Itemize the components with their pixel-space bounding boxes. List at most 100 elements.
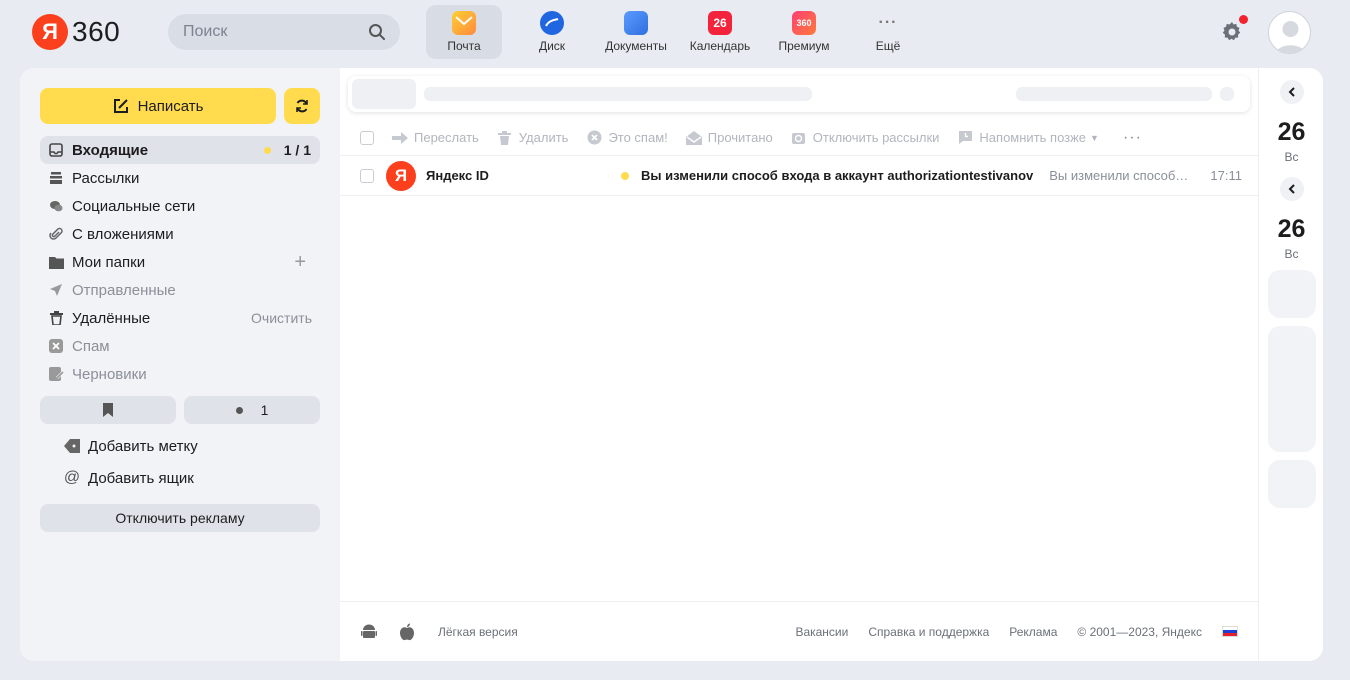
collapse-button[interactable] (1280, 177, 1304, 201)
folder-inbox[interactable]: Входящие 1 / 1 (40, 136, 320, 164)
yandex-logo-letter: Я (32, 14, 68, 50)
unread-chip-count: 1 (260, 402, 269, 418)
calendar-weekday: Вс (1284, 247, 1299, 261)
bookmark-chip[interactable] (40, 396, 176, 424)
collapse-button[interactable] (1280, 80, 1304, 104)
skeleton-block (352, 79, 416, 109)
mail-icon (452, 11, 476, 35)
more-actions-button[interactable]: ··· (1123, 129, 1142, 147)
folder-drafts-label: Черновики (72, 365, 147, 383)
unsubscribe-icon (791, 130, 807, 146)
service-disk-label: Диск (538, 39, 566, 53)
folder-social[interactable]: Социальные сети (40, 192, 320, 220)
folder-my-folders-label: Мои папки (72, 253, 146, 271)
folder-trash[interactable]: Удалённые Очистить (40, 304, 320, 332)
service-more[interactable]: ··· Ещё (846, 5, 930, 59)
message-checkbox[interactable] (360, 168, 374, 183)
service-docs-label: Документы (605, 39, 667, 53)
folder-my-folders[interactable]: Мои папки + (40, 248, 320, 276)
apple-icon[interactable] (398, 623, 416, 641)
delete-button[interactable]: Удалить (497, 130, 568, 146)
copyright: © 2001—2023, Яндекс (1077, 624, 1202, 639)
folder-newsletters-label: Рассылки (72, 169, 140, 187)
spam-label: Это спам! (608, 130, 668, 145)
search-input[interactable] (183, 23, 363, 41)
disable-ads-button[interactable]: Отключить рекламу (40, 504, 320, 532)
russian-flag-icon[interactable] (1222, 626, 1238, 637)
light-version-link[interactable]: Лёгкая версия (438, 625, 518, 639)
compose-button[interactable]: Написать (40, 88, 276, 124)
folder-trash-label: Удалённые (72, 309, 151, 327)
refresh-button[interactable] (284, 88, 320, 124)
folder-newsletters[interactable]: Рассылки (40, 164, 320, 192)
mark-read-label: Прочитано (707, 130, 773, 145)
add-mailbox-link[interactable]: @ Добавить ящик (64, 466, 194, 490)
add-folder-icon[interactable]: + (294, 251, 306, 274)
services-nav: Почта Диск Документы 26 Календарь 360 Пр… (426, 5, 930, 59)
refresh-icon (296, 99, 308, 113)
folder-social-label: Социальные сети (72, 197, 196, 215)
skeleton-block (424, 87, 812, 101)
widget-placeholder[interactable] (1268, 270, 1316, 318)
forward-button[interactable]: Переслать (392, 130, 479, 146)
service-calendar[interactable]: 26 Календарь (678, 5, 762, 59)
footer-link-vacancies[interactable]: Вакансии (795, 625, 848, 639)
compose-label: Написать (137, 97, 204, 115)
service-premium[interactable]: 360 Премиум (762, 5, 846, 59)
spam-icon (586, 130, 602, 146)
folder-attachments[interactable]: С вложениями (40, 220, 320, 248)
folder-attachments-label: С вложениями (72, 225, 174, 243)
search-box[interactable] (168, 14, 400, 50)
trash-icon (48, 310, 64, 326)
folder-drafts[interactable]: Черновики (40, 360, 320, 388)
tag-icon (64, 439, 80, 453)
unsubscribe-button[interactable]: Отключить рассылки (791, 130, 939, 146)
search-icon[interactable] (368, 23, 386, 41)
footer-link-help[interactable]: Справка и поддержка (868, 625, 989, 639)
calendar-day[interactable]: 26 (1259, 118, 1323, 147)
message-preview: Вы изменили способ входа в аккаунт (1049, 168, 1189, 183)
remind-later-label: Напомнить позже (979, 130, 1087, 145)
message-list-area: Переслать Удалить Это спам! Прочитано От… (340, 68, 1258, 661)
service-mail[interactable]: Почта (426, 5, 502, 59)
unread-chip[interactable]: 1 (184, 396, 320, 424)
newsletters-icon (48, 170, 64, 186)
add-label-text: Добавить метку (88, 437, 198, 455)
gear-icon[interactable] (1220, 20, 1244, 44)
footer-link-ads[interactable]: Реклама (1009, 625, 1057, 639)
android-icon[interactable] (360, 623, 378, 641)
at-icon: @ (63, 469, 81, 486)
label-chips: 1 (40, 396, 320, 424)
clear-trash-button[interactable]: Очистить (251, 310, 312, 326)
calendar-day[interactable]: 26 (1259, 215, 1323, 244)
unread-indicator[interactable] (621, 171, 629, 180)
folder-spam[interactable]: Спам (40, 332, 320, 360)
folder-sent[interactable]: Отправленные (40, 276, 320, 304)
add-label-link[interactable]: Добавить метку (64, 434, 198, 458)
compose-icon (113, 99, 128, 113)
mark-read-button[interactable]: Прочитано (685, 130, 773, 146)
premium-icon: 360 (792, 11, 816, 35)
spam-button[interactable]: Это спам! (586, 130, 668, 146)
service-mail-label: Почта (447, 39, 481, 53)
widget-placeholder[interactable] (1268, 326, 1316, 452)
message-toolbar: Переслать Удалить Это спам! Прочитано От… (340, 120, 1258, 156)
remind-icon (957, 130, 973, 146)
folder-inbox-label: Входящие (72, 141, 149, 159)
avatar[interactable] (1268, 11, 1311, 54)
widget-placeholder[interactable] (1268, 460, 1316, 508)
yandex-360-logo[interactable]: Я 360 (32, 14, 120, 50)
social-icon (48, 198, 64, 214)
remind-later-button[interactable]: Напомнить позже ▼ (957, 130, 1099, 146)
loading-skeleton-bar (348, 76, 1250, 112)
docs-icon (624, 11, 648, 35)
message-row[interactable]: Я Яндекс ID Вы изменили способ входа в а… (340, 156, 1258, 196)
read-icon (685, 130, 702, 146)
service-disk[interactable]: Диск (510, 5, 594, 59)
disk-icon (540, 11, 564, 35)
message-subject: Вы изменили способ входа в аккаунт autho… (641, 168, 1034, 183)
select-all-checkbox[interactable] (360, 130, 374, 145)
sent-icon (48, 282, 64, 298)
service-docs[interactable]: Документы (594, 5, 678, 59)
service-premium-label: Премиум (778, 39, 830, 53)
